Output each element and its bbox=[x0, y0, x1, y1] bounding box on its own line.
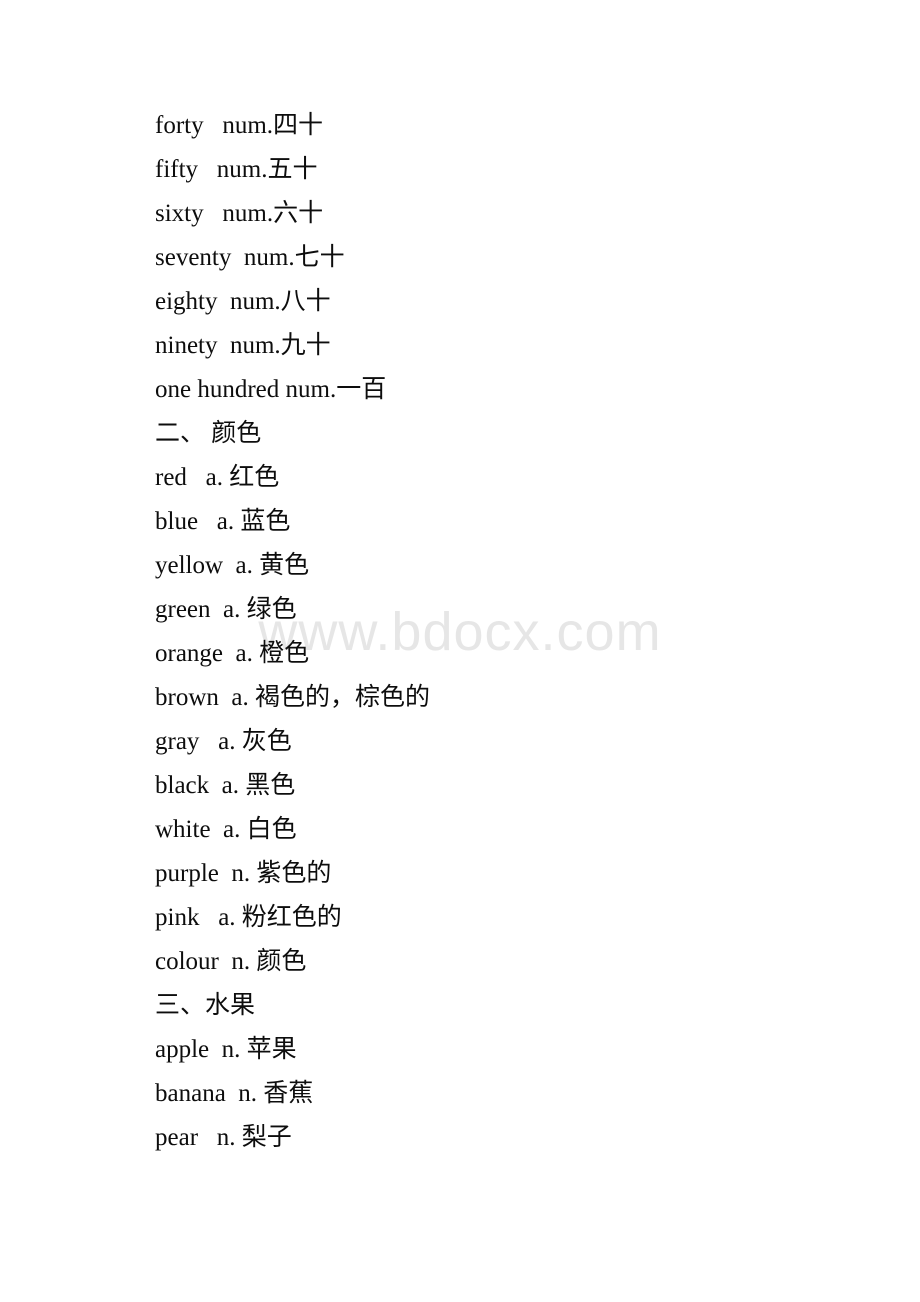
vocabulary-line: sixty num.六十 bbox=[155, 200, 324, 227]
section-heading: 二、 颜色 bbox=[155, 420, 262, 447]
vocabulary-line: gray a. 灰色 bbox=[155, 728, 292, 755]
vocabulary-line: colour n. 颜色 bbox=[155, 948, 307, 975]
vocabulary-line: seventy num.七十 bbox=[155, 244, 345, 271]
section-heading: 三、水果 bbox=[155, 992, 256, 1019]
document-page: www.bdocx.com forty num.四十 fifty num.五十 si… bbox=[0, 0, 920, 1302]
vocabulary-line: yellow a. 黄色 bbox=[155, 552, 310, 579]
vocabulary-line: banana n. 香蕉 bbox=[155, 1080, 314, 1107]
vocabulary-line: orange a. 橙色 bbox=[155, 640, 310, 667]
vocabulary-line: forty num.四十 bbox=[155, 112, 324, 139]
vocabulary-line: green a. 绿色 bbox=[155, 596, 297, 623]
vocabulary-line: black a. 黑色 bbox=[155, 772, 296, 799]
vocabulary-line: apple n. 苹果 bbox=[155, 1036, 297, 1063]
vocabulary-line: brown a. 褐色的，棕色的 bbox=[155, 684, 430, 711]
vocabulary-line: pink a. 粉红色的 bbox=[155, 904, 342, 931]
document-text-body: forty num.四十 fifty num.五十 sixty num.六十 seve… bbox=[0, 0, 920, 1160]
vocabulary-line: blue a. 蓝色 bbox=[155, 508, 291, 535]
vocabulary-line: eighty num.八十 bbox=[155, 288, 331, 315]
vocabulary-line: white a. 白色 bbox=[155, 816, 297, 843]
vocabulary-line: one hundred num.一百 bbox=[155, 376, 387, 403]
vocabulary-line: fifty num.五十 bbox=[155, 156, 318, 183]
vocabulary-line: purple n. 紫色的 bbox=[155, 860, 332, 887]
vocabulary-line: ninety num.九十 bbox=[155, 332, 331, 359]
vocabulary-line: red a. 红色 bbox=[155, 464, 280, 491]
vocabulary-line: pear n. 梨子 bbox=[155, 1124, 292, 1151]
